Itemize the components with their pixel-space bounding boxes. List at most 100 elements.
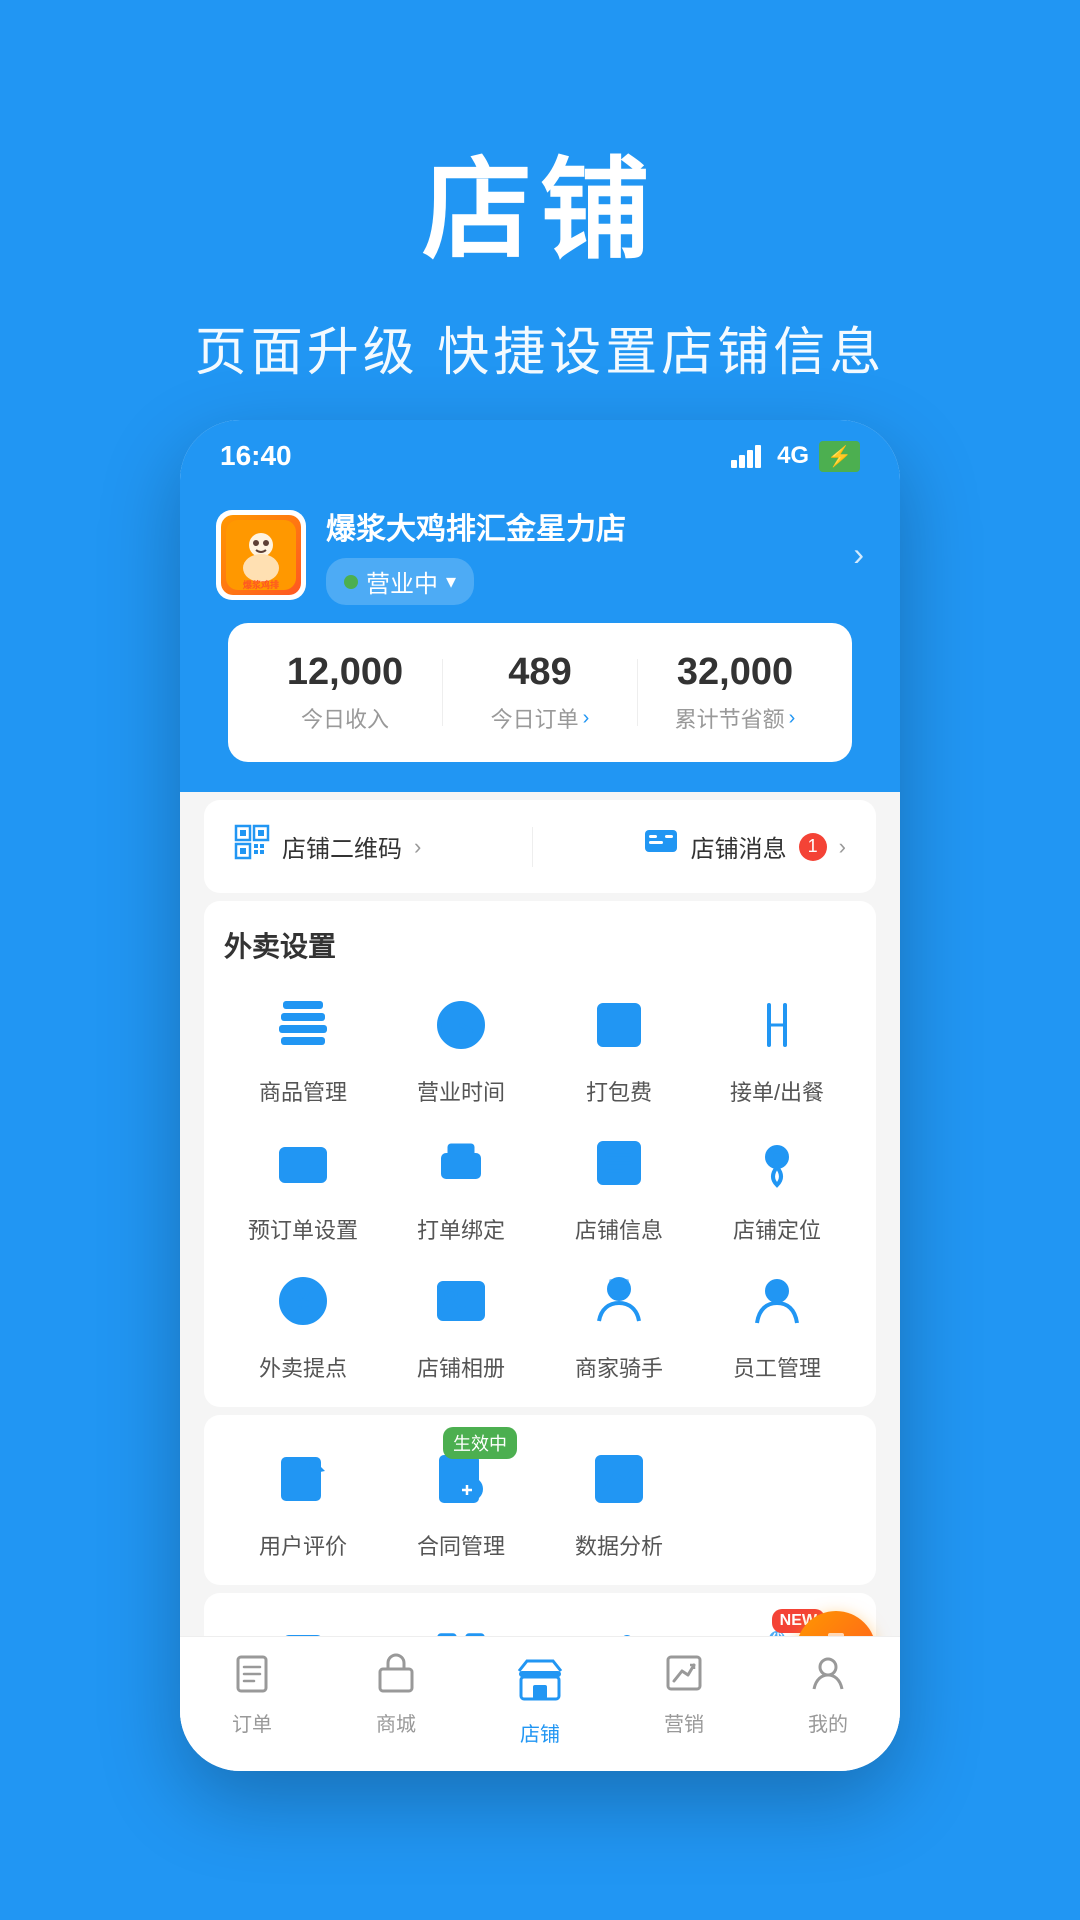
- menu-item-review[interactable]: 用户评价: [224, 1439, 382, 1561]
- svg-text:爆浆鸡排: 爆浆鸡排: [243, 579, 279, 590]
- menu-item-order[interactable]: 接单/出餐: [698, 985, 856, 1107]
- menu-item-tip[interactable]: ¥ 外卖提点: [224, 1261, 382, 1383]
- menu-item-printer[interactable]: 打单绑定: [382, 1123, 540, 1245]
- menu-item-goods[interactable]: 商品管理: [224, 985, 382, 1107]
- packaging-label: 打包费: [586, 1075, 652, 1107]
- stat-revenue[interactable]: 12,000 今日收入: [248, 651, 442, 734]
- status-dot-icon: [344, 575, 358, 589]
- info-label: 店铺信息: [575, 1213, 663, 1245]
- location-icon: [737, 1123, 817, 1203]
- edit-icon: [263, 1439, 343, 1519]
- nav-item-store[interactable]: 店铺: [468, 1653, 612, 1747]
- qr-code-link[interactable]: 店铺二维码 ›: [234, 824, 421, 869]
- delivery-settings-title: 外卖设置: [224, 925, 856, 965]
- rider-icon: [579, 1261, 659, 1341]
- chevron-down-icon: ▾: [446, 569, 456, 594]
- phone-mockup: 16:40 4G ⚡: [180, 420, 900, 1771]
- message-label: 店铺消息: [691, 829, 787, 864]
- menu-item-staff[interactable]: 员工管理: [698, 1261, 856, 1383]
- tip-label: 外卖提点: [259, 1351, 347, 1383]
- menu-item-hours[interactable]: 营业时间: [382, 985, 540, 1107]
- status-icons: 4G ⚡: [731, 441, 860, 472]
- yen-icon: ¥: [263, 1261, 343, 1341]
- menu-item-info[interactable]: 店铺信息: [540, 1123, 698, 1245]
- clock-icon: [421, 985, 501, 1065]
- store-detail-arrow-icon[interactable]: ›: [853, 536, 864, 573]
- image-icon: [421, 1261, 501, 1341]
- menu-item-album[interactable]: 店铺相册: [382, 1261, 540, 1383]
- menu-item-empty1: [698, 1439, 856, 1561]
- nav-mall-label: 商城: [376, 1708, 416, 1737]
- stat-orders-label: 今日订单 ›: [443, 702, 637, 734]
- nav-store-label: 店铺: [520, 1718, 560, 1747]
- delivery-menu-grid: 商品管理 营业时间 打包费: [224, 985, 856, 1383]
- store-logo-image: 爆浆鸡排: [221, 515, 301, 595]
- signal-icon: [731, 444, 767, 468]
- contract-label: 合同管理: [417, 1529, 505, 1561]
- status-time: 16:40: [220, 440, 292, 472]
- mine-nav-icon: [808, 1653, 848, 1702]
- stat-orders[interactable]: 489 今日订单 ›: [443, 651, 637, 734]
- review-label: 用户评价: [259, 1529, 347, 1561]
- marketing-nav-icon: [664, 1653, 704, 1702]
- page-sub-title: 页面升级 快捷设置店铺信息: [0, 310, 1080, 385]
- menu-item-packaging[interactable]: 打包费: [540, 985, 698, 1107]
- stat-orders-value: 489: [443, 651, 637, 694]
- goods-icon: [263, 985, 343, 1065]
- printer-icon: [421, 1123, 501, 1203]
- printer-label: 打单绑定: [417, 1213, 505, 1245]
- hours-label: 营业时间: [417, 1075, 505, 1107]
- stat-savings-label: 累计节省额 ›: [638, 702, 832, 734]
- delivery-settings-section: 外卖设置 商品管理 营业时间: [204, 901, 876, 1407]
- quick-divider: [532, 827, 533, 867]
- store-nav-icon: [515, 1653, 565, 1712]
- store-name: 爆浆大鸡排汇金星力店: [326, 504, 833, 548]
- menu-item-rider[interactable]: 商家骑手: [540, 1261, 698, 1383]
- nav-orders-label: 订单: [232, 1708, 272, 1737]
- mall-nav-icon: [376, 1653, 416, 1702]
- orders-arrow-icon: ›: [583, 707, 590, 730]
- menu-item-location[interactable]: 店铺定位: [698, 1123, 856, 1245]
- message-link[interactable]: 店铺消息 1 ›: [643, 824, 846, 869]
- quick-links: 店铺二维码 › 店铺消息 1 ›: [204, 800, 876, 893]
- wallet-icon: [263, 1123, 343, 1203]
- analytics-label: 数据分析: [575, 1529, 663, 1561]
- battery-icon: ⚡: [819, 441, 860, 472]
- message-badge: 1: [799, 833, 827, 861]
- stat-revenue-label: 今日收入: [248, 702, 442, 734]
- nav-item-mall[interactable]: 商城: [324, 1653, 468, 1747]
- orders-nav-icon: [232, 1653, 272, 1702]
- store-brand-icon: 爆浆鸡排: [226, 520, 296, 590]
- savings-arrow-icon: ›: [789, 707, 796, 730]
- svg-text:¥: ¥: [296, 1288, 310, 1315]
- stats-section: 12,000 今日收入 489 今日订单 ›: [228, 623, 852, 762]
- menu-item-analytics[interactable]: 数据分析: [540, 1439, 698, 1561]
- menu-item-preorder[interactable]: 预订单设置: [224, 1123, 382, 1245]
- list-icon: [579, 1123, 659, 1203]
- store-status-badge[interactable]: 营业中 ▾: [326, 558, 474, 605]
- location-label: 店铺定位: [733, 1213, 821, 1245]
- store-info: 爆浆大鸡排汇金星力店 营业中 ▾: [326, 504, 833, 605]
- management-grid: 用户评价 生效中 合同管理: [224, 1439, 856, 1561]
- menu-item-contract[interactable]: 生效中 合同管理: [382, 1439, 540, 1561]
- box-icon: [579, 985, 659, 1065]
- stat-savings-value: 32,000: [638, 651, 832, 694]
- store-header[interactable]: 爆浆鸡排 爆浆大鸡排汇金星力店 营业中 ▾ ›: [180, 484, 900, 633]
- qr-arrow-icon: ›: [414, 834, 421, 860]
- nav-item-mine[interactable]: 我的: [756, 1653, 900, 1747]
- nav-item-marketing[interactable]: 营销: [612, 1653, 756, 1747]
- stat-savings[interactable]: 32,000 累计节省额 ›: [638, 651, 832, 734]
- qr-code-label: 店铺二维码: [282, 829, 402, 864]
- message-icon: [643, 824, 679, 869]
- nav-marketing-label: 营销: [664, 1708, 704, 1737]
- rider-label: 商家骑手: [575, 1351, 663, 1383]
- contract-icon: 生效中: [421, 1439, 501, 1519]
- contract-badge: 生效中: [443, 1427, 517, 1459]
- goods-label: 商品管理: [259, 1075, 347, 1107]
- store-logo: 爆浆鸡排: [216, 510, 306, 600]
- album-label: 店铺相册: [417, 1351, 505, 1383]
- nav-item-orders[interactable]: 订单: [180, 1653, 324, 1747]
- qr-code-icon: [234, 824, 270, 869]
- staff-label: 员工管理: [733, 1351, 821, 1383]
- preorder-label: 预订单设置: [248, 1213, 358, 1245]
